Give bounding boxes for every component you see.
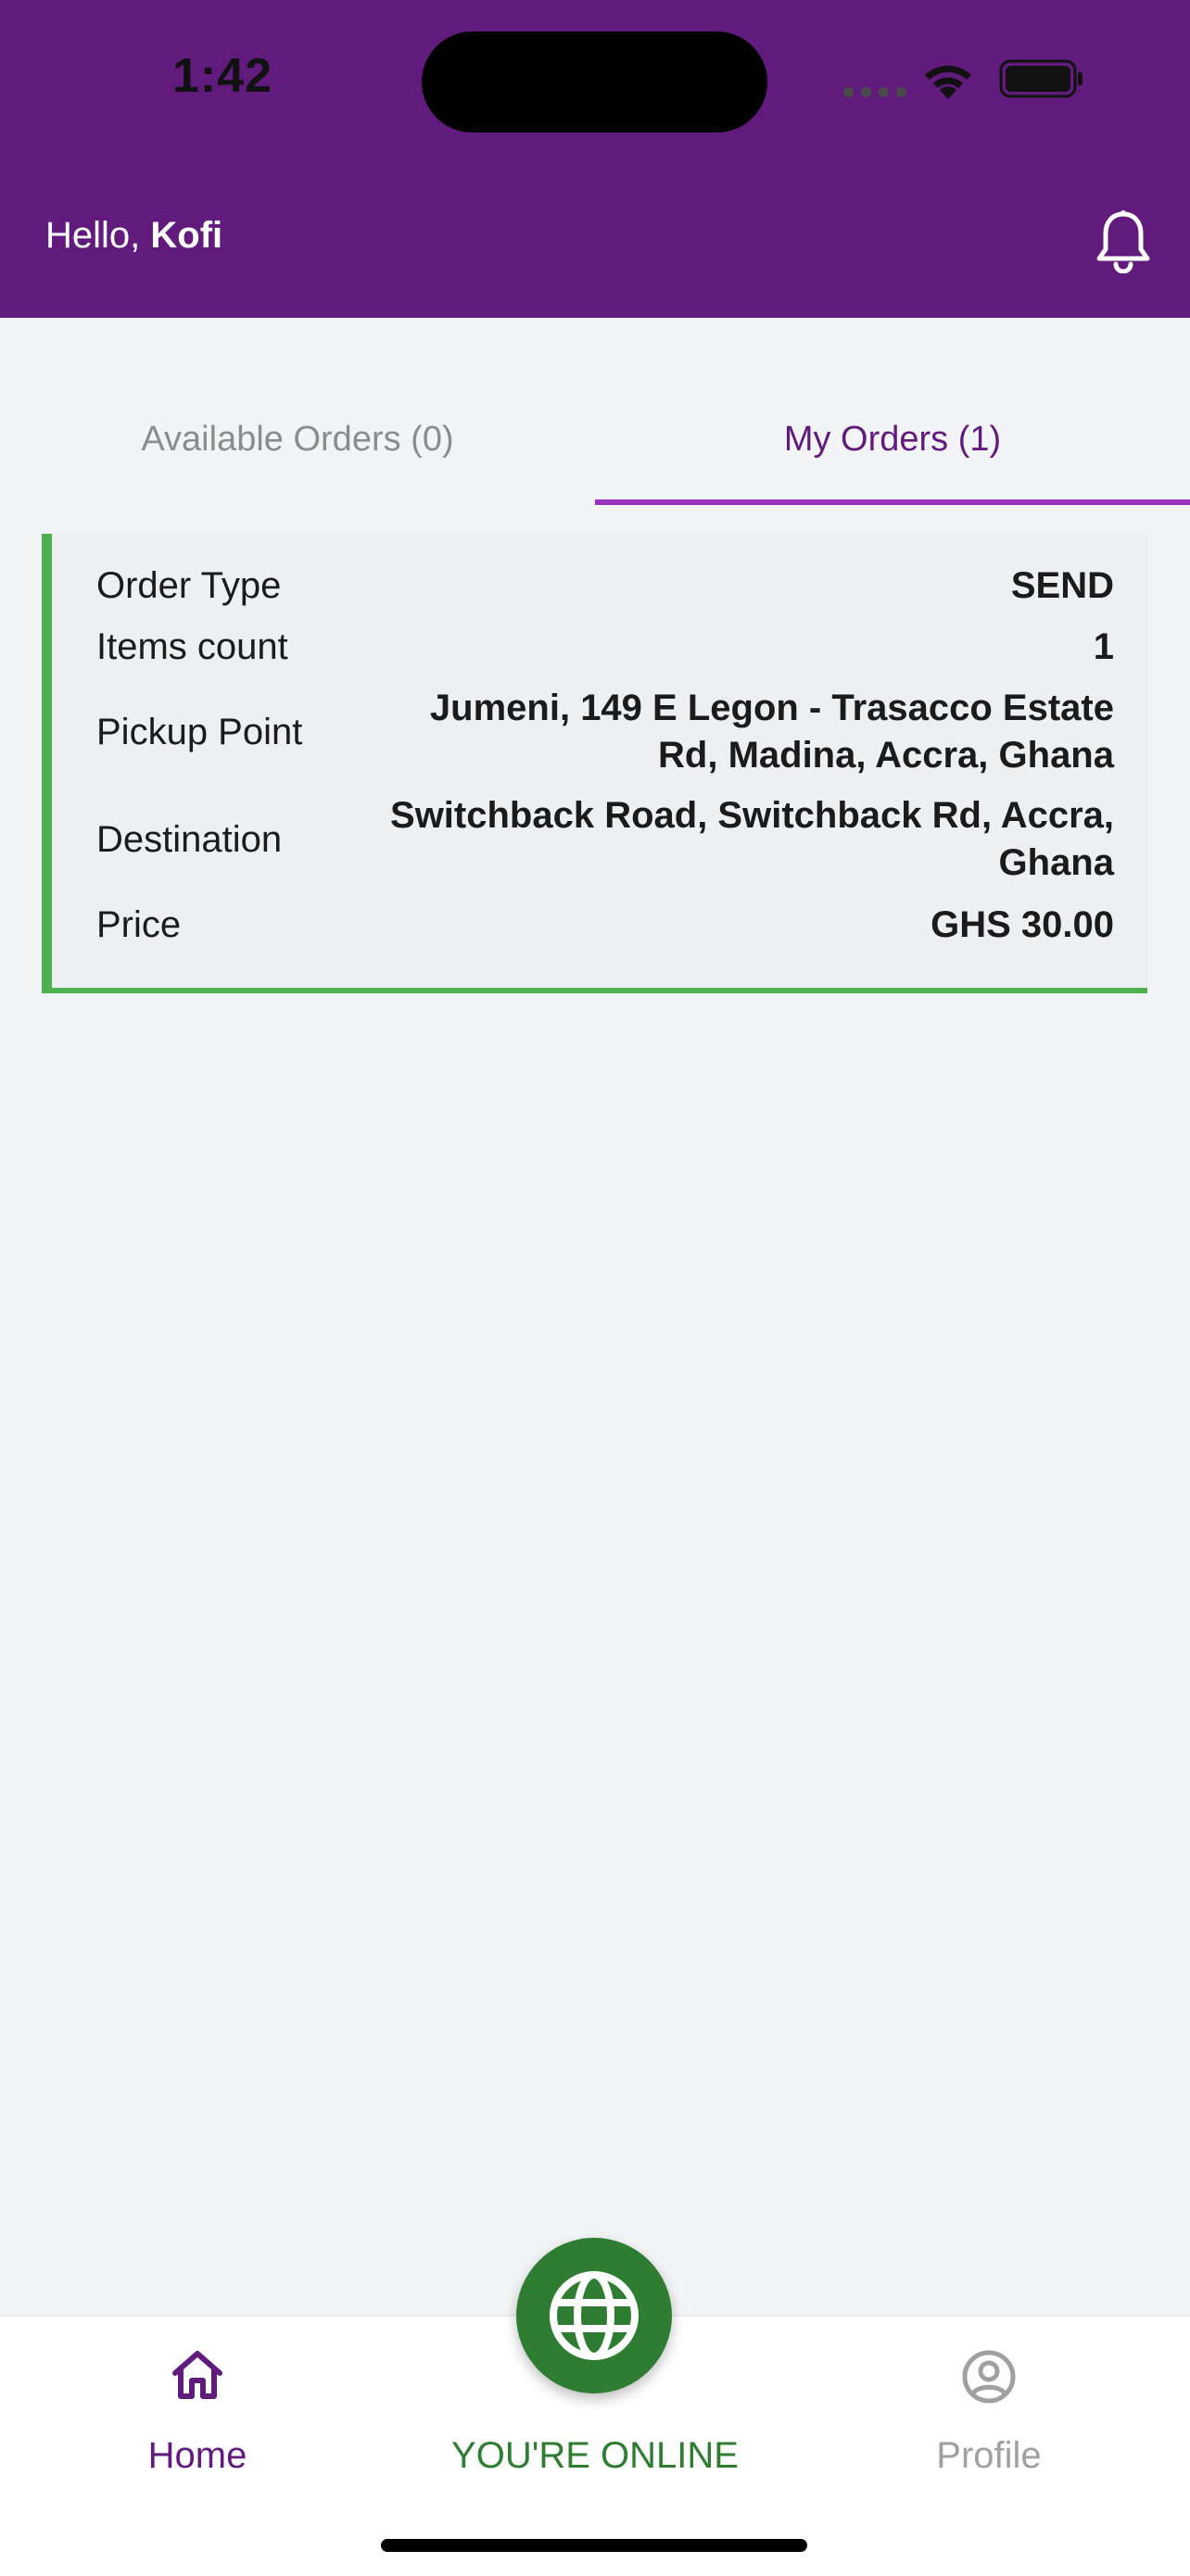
- order-type-label: Order Type: [96, 565, 282, 606]
- profile-icon: [962, 2350, 1016, 2404]
- home-indicator: [381, 2539, 807, 2552]
- globe-icon: [550, 2271, 639, 2360]
- user-name: Kofi: [150, 215, 223, 256]
- tab-my-orders[interactable]: My Orders (1): [595, 373, 1190, 505]
- cellular-signal-icon: [843, 87, 906, 97]
- nav-profile-label: Profile: [936, 2435, 1042, 2476]
- pickup-point-row: Pickup Point Jumeni, 149 E Legon - Trasa…: [96, 685, 1114, 779]
- nav-home-label: Home: [147, 2435, 247, 2476]
- home-icon: [172, 2351, 222, 2399]
- greeting: Hello, Kofi: [45, 215, 222, 257]
- order-type-value: SEND: [1010, 565, 1114, 606]
- online-status-label: YOU'RE ONLINE: [451, 2435, 739, 2476]
- order-tabs: Available Orders (0) My Orders (1): [0, 373, 1190, 505]
- dynamic-island: [422, 32, 767, 133]
- order-card[interactable]: Order Type SEND Items count 1 Pickup Poi…: [42, 534, 1147, 993]
- destination-row: Destination Switchback Road, Switchback …: [96, 792, 1114, 887]
- bell-icon[interactable]: [1094, 208, 1153, 273]
- status-time: 1:42: [172, 49, 273, 103]
- pickup-point-value: Jumeni, 149 E Legon - Trasacco Estate Rd…: [429, 688, 1114, 776]
- wifi-icon: [925, 65, 971, 99]
- items-count-label: Items count: [96, 626, 288, 667]
- order-type-row: Order Type SEND: [96, 562, 1114, 610]
- nav-profile[interactable]: Profile: [896, 2317, 1082, 2502]
- pickup-point-label: Pickup Point: [96, 711, 303, 752]
- online-toggle-button[interactable]: [516, 2238, 672, 2393]
- price-label: Price: [96, 904, 182, 945]
- battery-icon: [999, 59, 1082, 98]
- destination-value: Switchback Road, Switchback Rd, Accra, G…: [390, 795, 1114, 883]
- app-header: 1:42 Hello, Kofi: [0, 0, 1190, 318]
- nav-home[interactable]: Home: [105, 2317, 290, 2502]
- greeting-prefix: Hello,: [45, 215, 151, 256]
- price-value: GHS 30.00: [930, 904, 1114, 945]
- destination-label: Destination: [96, 818, 283, 860]
- items-count-value: 1: [1093, 626, 1114, 667]
- price-row: Price GHS 30.00: [96, 902, 1114, 949]
- items-count-row: Items count 1: [96, 624, 1114, 671]
- active-tab-indicator: [595, 499, 1190, 505]
- tab-available-orders[interactable]: Available Orders (0): [0, 373, 595, 505]
